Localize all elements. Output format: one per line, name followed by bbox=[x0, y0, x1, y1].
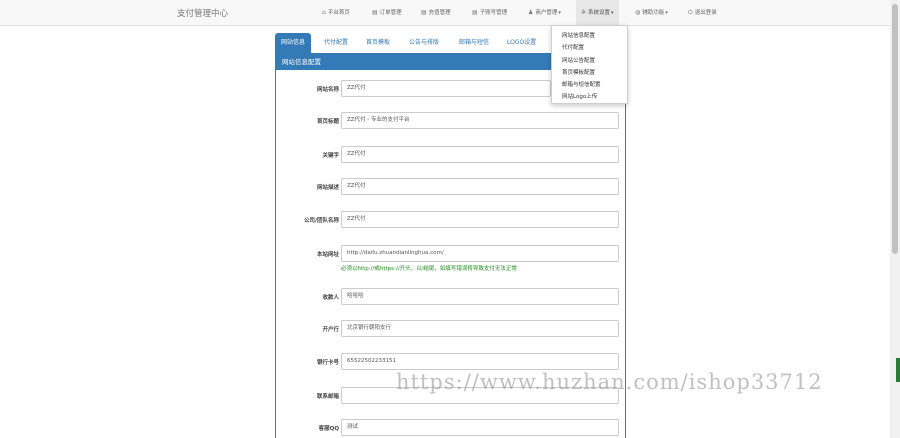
nav-system-settings-label: 系统设置 bbox=[588, 10, 611, 16]
company-input[interactable]: ZZ代付 bbox=[341, 211, 619, 228]
tab-mail-sms[interactable]: 邮箱与短信 bbox=[459, 33, 489, 53]
list-icon: ▤ bbox=[372, 9, 378, 16]
nav-orders[interactable]: ▤ 订单管理 bbox=[372, 0, 402, 26]
tab-template[interactable]: 首页模板 bbox=[366, 33, 390, 53]
field-label: 收款人 bbox=[322, 295, 339, 301]
scrollbar-thumb[interactable] bbox=[892, 4, 898, 254]
dropdown-item-notice[interactable]: 网站公告配置 bbox=[552, 55, 627, 67]
tab-site-info[interactable]: 网站信息 bbox=[275, 33, 312, 53]
nav-logout-label: 退出登录 bbox=[694, 10, 717, 16]
top-navbar: 支付管理中心 ⌂ 平台首页 ▤ 订单管理 ▤ 充值管理 ▤ 子账号管理 ♟ 商户管理▾ ✲… bbox=[0, 0, 900, 26]
dropdown-item-site-info[interactable]: 网站信息配置 bbox=[552, 30, 627, 42]
watermark: https://www.huzhan.com/ishop33712 bbox=[396, 370, 823, 394]
qq-input[interactable]: 测试 bbox=[341, 419, 619, 436]
bank-input[interactable]: 北京银行朝阳支行 bbox=[341, 320, 619, 337]
home-title-input[interactable]: ZZ代付 - 专业的支付平台 bbox=[341, 112, 619, 129]
list-icon: ▤ bbox=[421, 9, 427, 16]
keywords-input[interactable]: ZZ代付 bbox=[341, 146, 619, 163]
user-icon: ♟ bbox=[528, 9, 534, 16]
nav-logout[interactable]: ⏻ 退出登录 bbox=[688, 0, 717, 26]
field-label: 联系邮箱 bbox=[316, 394, 339, 400]
card-number-input[interactable]: 65522502233151 bbox=[341, 353, 619, 370]
gear-icon: ✲ bbox=[581, 9, 587, 16]
nav-merchants-label: 商户管理 bbox=[535, 10, 558, 16]
tab-logo[interactable]: LOGO设置 bbox=[507, 33, 536, 53]
tab-payout[interactable]: 代付配置 bbox=[324, 33, 348, 53]
field-label: 客服QQ bbox=[318, 426, 339, 432]
nav-recharge-label: 充值管理 bbox=[428, 10, 451, 16]
list-icon: ▤ bbox=[472, 9, 478, 16]
url-help-text: 必须以http://或https://开头，以/结尾，如填写错误将导致支付无法正… bbox=[341, 266, 517, 272]
dropdown-item-logo[interactable]: 网站Logo上传 bbox=[552, 91, 627, 103]
caret-down-icon: ▾ bbox=[611, 10, 614, 16]
site-url-input[interactable]: http://daifu.zhuandianlinghua.com/ bbox=[341, 245, 619, 262]
nav-orders-label: 订单管理 bbox=[379, 10, 402, 16]
nav-recharge[interactable]: ▤ 充值管理 bbox=[421, 0, 451, 26]
dropdown-item-template[interactable]: 首页模板配置 bbox=[552, 67, 627, 79]
nav-subaccounts-label: 子账号管理 bbox=[479, 10, 508, 16]
field-label: 公司/团队名称 bbox=[303, 218, 339, 224]
field-label: 开户行 bbox=[322, 327, 339, 333]
site-name-input[interactable]: ZZ代付 bbox=[341, 80, 551, 97]
field-label: 网站名称 bbox=[316, 87, 339, 93]
field-label: 本站网址 bbox=[316, 252, 339, 258]
nav-home[interactable]: ⌂ 平台首页 bbox=[322, 0, 350, 26]
field-label: 银行卡号 bbox=[316, 360, 339, 366]
nav-system-settings[interactable]: ✲ 系统设置▾ bbox=[576, 0, 619, 26]
nav-merchants[interactable]: ♟ 商户管理▾ bbox=[528, 0, 561, 26]
power-icon: ⏻ bbox=[688, 9, 693, 16]
brand-title[interactable]: 支付管理中心 bbox=[177, 7, 228, 19]
caret-down-icon: ▾ bbox=[665, 10, 668, 16]
dropdown-item-payout[interactable]: 代付配置 bbox=[552, 42, 627, 54]
system-settings-dropdown: 网站信息配置 代付配置 网站公告配置 首页模板配置 邮箱与短信配置 网站Logo… bbox=[551, 25, 628, 104]
nav-tools-label: 辅助功能 bbox=[642, 10, 665, 16]
nav-subaccounts[interactable]: ▤ 子账号管理 bbox=[472, 0, 507, 26]
nav-home-label: 平台首页 bbox=[327, 10, 350, 16]
nav-tools[interactable]: ◍ 辅助功能▾ bbox=[635, 0, 668, 26]
caret-down-icon: ▾ bbox=[558, 10, 561, 16]
field-label: 首页标题 bbox=[316, 119, 339, 125]
field-label: 关键字 bbox=[322, 153, 339, 159]
globe-icon: ◍ bbox=[635, 9, 641, 16]
side-widget[interactable] bbox=[896, 358, 900, 382]
tab-notice[interactable]: 公告与排版 bbox=[409, 33, 439, 53]
home-icon: ⌂ bbox=[322, 9, 326, 16]
description-input[interactable]: ZZ代付 bbox=[341, 178, 619, 195]
payee-input[interactable]: 哈哈哈 bbox=[341, 288, 619, 305]
dropdown-item-mail-sms[interactable]: 邮箱与短信配置 bbox=[552, 79, 627, 91]
field-label: 网站描述 bbox=[316, 185, 339, 191]
